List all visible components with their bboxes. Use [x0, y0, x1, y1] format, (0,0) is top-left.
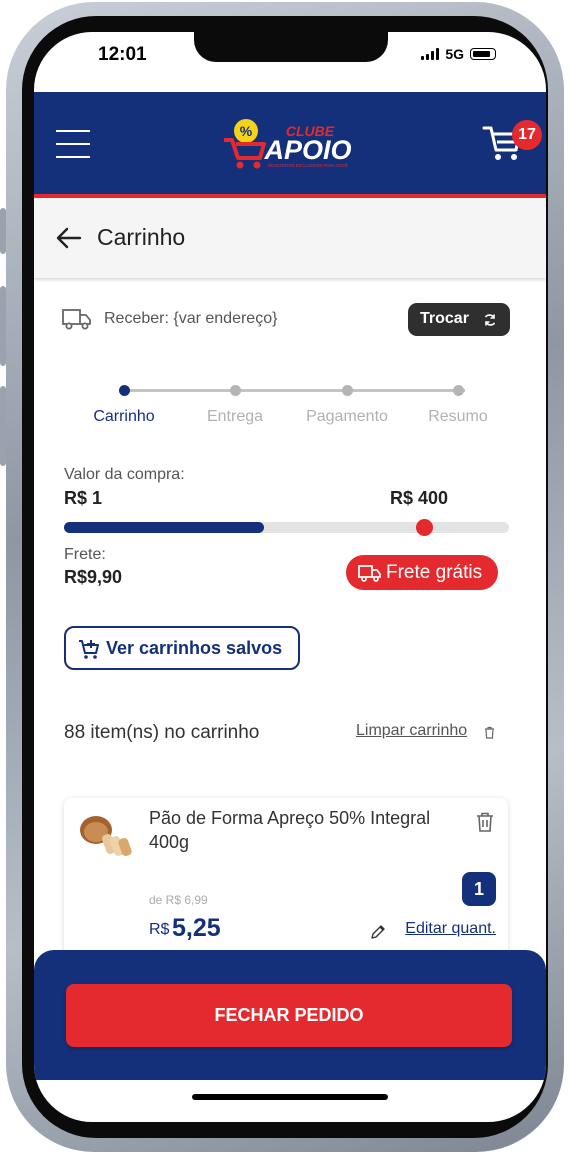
- hamburger-menu-icon[interactable]: [56, 130, 90, 160]
- truck-icon: [358, 565, 381, 582]
- phone-side-button: [0, 208, 6, 254]
- purchase-min-value: R$ 1: [64, 488, 103, 508]
- step-dot-carrinho: [119, 385, 130, 396]
- cart-count-badge: 17: [512, 120, 542, 150]
- free-shipping-badge: Frete grátis: [346, 555, 498, 590]
- phone-volume-up: [0, 286, 6, 366]
- clear-cart-link[interactable]: Limpar carrinho: [356, 722, 467, 740]
- saved-carts-label: Ver carrinhos salvos: [106, 638, 283, 658]
- delivery-address-row: Receber: {var endereço} Trocar: [62, 302, 510, 336]
- purchase-max-value: R$ 400: [390, 488, 449, 508]
- free-shipping-marker: [416, 519, 434, 536]
- svg-text:%: %: [240, 123, 253, 139]
- network-label: 5G: [445, 46, 464, 62]
- phone-volume-down: [0, 386, 6, 466]
- logo-tagline-text: DESCONTOS EXCLUSIVOS PARA VOCÊ: [268, 163, 348, 168]
- signal-icon: [421, 48, 440, 60]
- stepper-line: [125, 389, 465, 392]
- product-price-currency: R$: [149, 921, 170, 938]
- refresh-icon: [484, 314, 496, 326]
- status-time: 12:01: [98, 44, 147, 65]
- step-dot-entrega: [230, 385, 241, 396]
- checkout-button[interactable]: FECHAR PEDIDO: [66, 984, 512, 1047]
- truck-icon: [62, 309, 91, 330]
- edit-quantity-link[interactable]: Editar quant.: [405, 920, 496, 938]
- app-screen: 12:01 5G % CLUBE APOIO DESCONTOS EXCLUSI…: [34, 32, 546, 1122]
- change-address-button[interactable]: Trocar: [408, 303, 510, 336]
- clube-apoio-logo: % CLUBE APOIO DESCONTOS EXCLUSIVOS PARA …: [224, 119, 352, 169]
- pencil-icon[interactable]: [370, 924, 386, 940]
- cart-add-icon: [79, 640, 99, 659]
- product-name: Pão de Forma Apreço 50% Integral 400g: [149, 808, 431, 852]
- phone-notch: [194, 32, 388, 62]
- app-header: % CLUBE APOIO DESCONTOS EXCLUSIVOS PARA …: [34, 92, 546, 198]
- trash-icon[interactable]: [476, 812, 494, 832]
- battery-icon: [470, 48, 496, 60]
- back-arrow-icon[interactable]: [56, 225, 82, 251]
- home-indicator[interactable]: [192, 1094, 388, 1100]
- shipping-label: Frete:: [64, 546, 106, 563]
- purchase-value-label: Valor da compra:: [64, 466, 185, 483]
- step-label-carrinho[interactable]: Carrinho: [69, 408, 179, 426]
- step-label-pagamento[interactable]: Pagamento: [292, 408, 402, 426]
- step-dot-pagamento: [342, 385, 353, 396]
- trash-icon[interactable]: [484, 726, 495, 739]
- page-title: Carrinho: [97, 224, 186, 250]
- purchase-progress-fill: [64, 522, 265, 533]
- product-price: 5,25: [172, 914, 221, 942]
- product-old-price: de R$ 6,99: [149, 893, 208, 907]
- shipping-value: R$9,90: [64, 567, 123, 587]
- cart-items-count: 88 item(ns) no carrinho: [64, 722, 260, 743]
- delivery-address-text: Receber: {var endereço}: [104, 310, 278, 327]
- product-quantity-badge[interactable]: 1: [462, 872, 496, 906]
- step-dot-resumo: [453, 385, 464, 396]
- step-label-resumo[interactable]: Resumo: [403, 408, 513, 426]
- saved-carts-button[interactable]: Ver carrinhos salvos: [64, 626, 300, 670]
- logo-apoio-text: APOIO: [263, 135, 351, 165]
- step-label-entrega[interactable]: Entrega: [180, 408, 290, 426]
- free-shipping-label: Frete grátis: [386, 562, 483, 583]
- title-bar: Carrinho: [34, 198, 546, 278]
- purchase-progress-bar: [64, 519, 509, 536]
- home-indicator-area: [34, 1080, 546, 1122]
- bread-product-image: [80, 816, 132, 857]
- checkout-stepper: Carrinho Entrega Pagamento Resumo: [64, 382, 512, 432]
- change-address-label: Trocar: [420, 310, 469, 327]
- status-indicators: 5G: [421, 46, 496, 62]
